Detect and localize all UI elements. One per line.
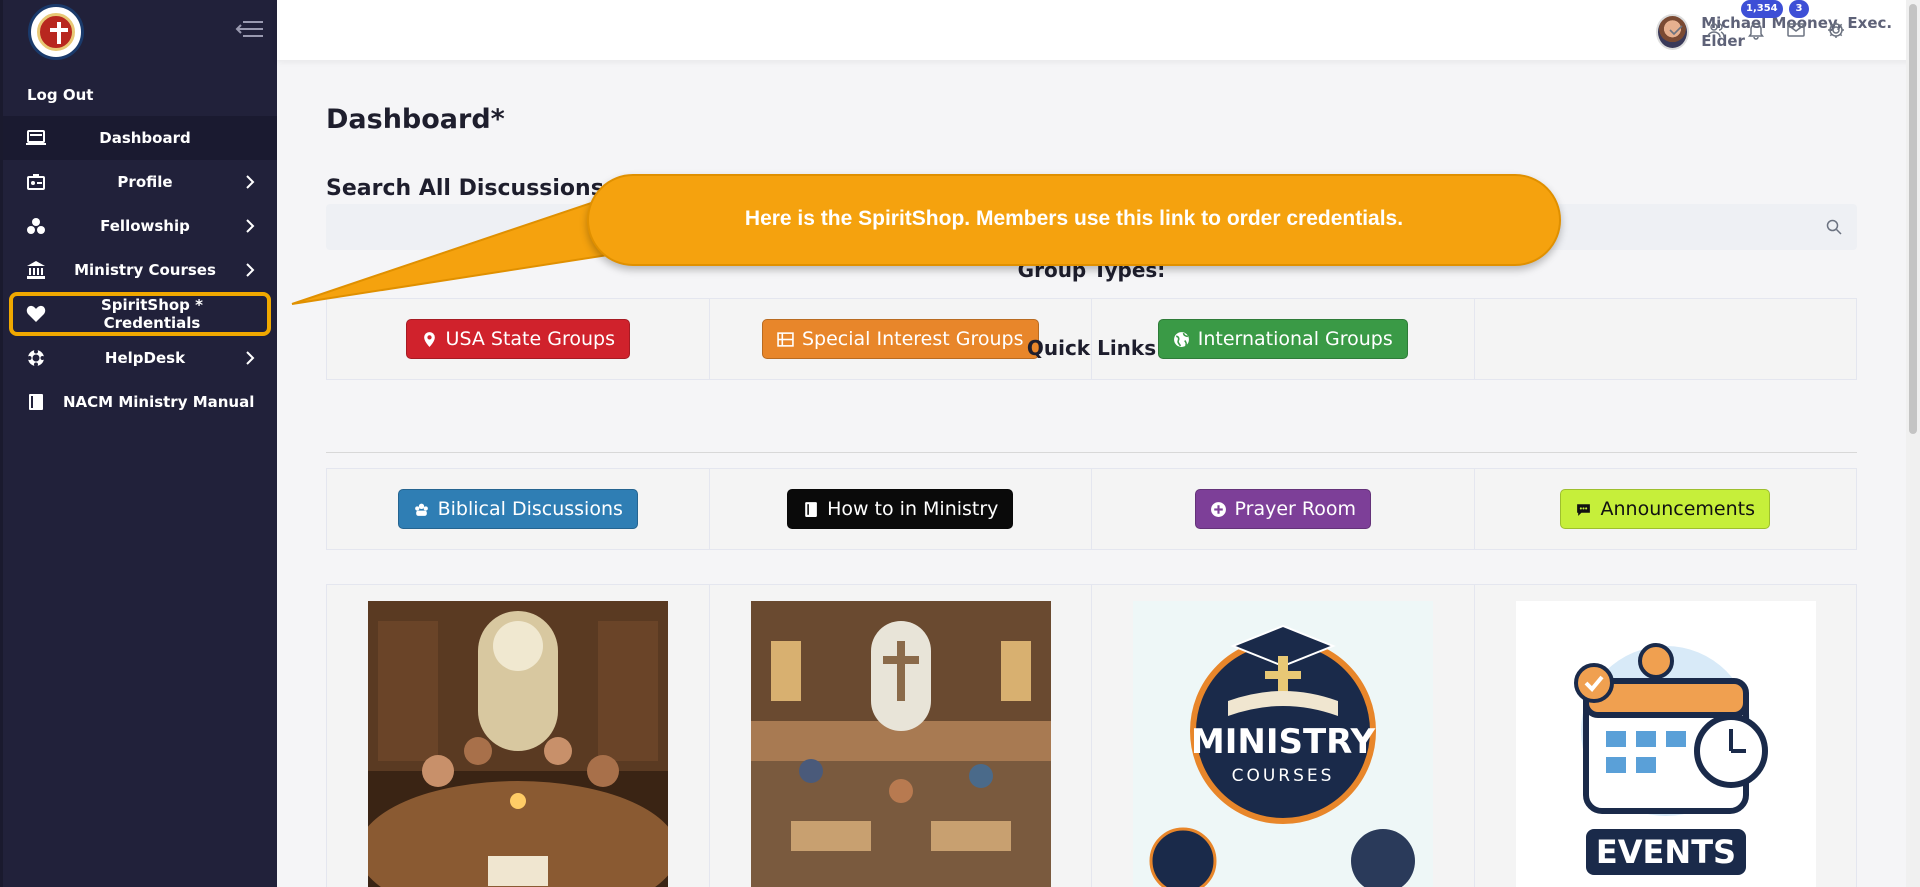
page-scrollbar[interactable] <box>1906 0 1920 887</box>
tile-cell: EVENTS <box>1475 585 1857 887</box>
sidebar-item-label: Ministry Courses <box>74 261 216 279</box>
button-label: Biblical Discussions <box>437 498 623 520</box>
scrollbar-thumb[interactable] <box>1909 4 1917 434</box>
sidebar-item-label: HelpDesk <box>104 349 186 367</box>
settings-gear-icon[interactable] <box>1826 20 1846 40</box>
book-icon <box>805 501 817 517</box>
id-card-icon <box>27 174 45 190</box>
quick-link-cell: How to in Ministry <box>710 469 1092 549</box>
biblical-discussions-button[interactable]: Biblical Discussions <box>397 489 638 529</box>
tile-cell <box>710 585 1092 887</box>
notifications-badge: 1,354 <box>1741 0 1783 18</box>
book-icon <box>29 394 43 410</box>
bible-study-illustration <box>368 601 668 887</box>
search-heading: Search All Discussions: <box>326 176 613 201</box>
user-name: Michael Mooney, Exec. Elder <box>1701 14 1893 50</box>
sidebar-item-label: NACM Ministry Manual <box>63 393 255 411</box>
sidebar-item-label: Dashboard <box>99 129 191 147</box>
chevron-right-icon <box>246 351 255 365</box>
organization-logo[interactable] <box>28 4 84 60</box>
sidebar-item-fellowship[interactable]: Fellowship <box>3 204 277 248</box>
logo-emblem <box>37 13 75 51</box>
sidebar-item-spiritshop-credentials[interactable]: SpiritShop * Credentials <box>9 292 271 336</box>
sidebar-item-profile[interactable]: Profile <box>3 160 277 204</box>
sidebar-nav: Dashboard Profile Fellowship Ministry Co… <box>3 116 277 424</box>
top-header: Michael Mooney, Exec. Elder 1,354 3 <box>277 0 1920 60</box>
section-divider <box>326 452 1857 453</box>
quick-link-cell: Announcements <box>1475 469 1857 549</box>
button-label: Announcements <box>1600 498 1755 520</box>
quick-links-row: Biblical Discussions How to in Ministry … <box>326 468 1857 550</box>
church-interior-illustration <box>750 601 1051 887</box>
institution-icon <box>27 261 45 279</box>
notifications-bell[interactable]: 1,354 <box>1741 0 1783 40</box>
how-to-in-ministry-button[interactable]: How to in Ministry <box>787 489 1014 529</box>
tile-cell <box>327 585 710 887</box>
bible-study-image[interactable] <box>368 601 668 887</box>
chevron-right-icon <box>246 219 255 233</box>
tutorial-callout: Here is the SpiritShop. Members use this… <box>587 174 1561 266</box>
ministry-courses-logo: MINISTRY COURSES <box>1133 601 1433 887</box>
heart-icon <box>26 305 46 322</box>
sidebar-item-helpdesk[interactable]: HelpDesk <box>3 336 277 380</box>
page-title: Dashboard* <box>326 104 505 135</box>
tile-subtitle: COURSES <box>1232 766 1335 786</box>
tile-cell: MINISTRY COURSES <box>1092 585 1475 887</box>
users-icon <box>27 218 45 234</box>
quick-link-cell: Biblical Discussions <box>327 469 710 549</box>
group-icon <box>414 503 428 516</box>
chevron-right-icon <box>246 175 255 189</box>
feature-tiles-row: MINISTRY COURSES EVENTS <box>326 584 1857 887</box>
tile-title: EVENTS <box>1595 833 1735 871</box>
quick-links-heading: Quick Links <box>1026 336 1157 360</box>
sidebar: Log Out Dashboard Profile Fellowship Min… <box>0 0 277 887</box>
sidebar-item-label: Profile <box>117 173 173 191</box>
bell-icon <box>1748 23 1764 40</box>
comment-icon <box>1577 503 1591 516</box>
sidebar-item-label: Fellowship <box>100 217 190 235</box>
sidebar-item-ministry-courses[interactable]: Ministry Courses <box>3 248 277 292</box>
events-illustration: EVENTS <box>1515 601 1816 887</box>
sidebar-item-label: SpiritShop * Credentials <box>101 296 203 332</box>
messages-badge: 3 <box>1789 0 1809 18</box>
button-label: How to in Ministry <box>827 498 999 520</box>
mail-icon <box>1787 23 1805 37</box>
callout-text: Here is the SpiritShop. Members use this… <box>744 207 1404 230</box>
collapse-menu-icon[interactable] <box>235 17 265 41</box>
logo-cross-vertical <box>57 22 61 44</box>
sidebar-item-dashboard[interactable]: Dashboard <box>3 116 277 160</box>
events-image[interactable]: EVENTS <box>1515 601 1816 887</box>
logo-cross-horizontal <box>50 28 68 32</box>
ministry-courses-image[interactable]: MINISTRY COURSES <box>1133 601 1433 887</box>
laptop-icon <box>26 130 46 145</box>
logout-link[interactable]: Log Out <box>27 86 93 104</box>
quick-link-cell: Prayer Room <box>1092 469 1475 549</box>
messages-button[interactable]: 3 <box>1786 0 1809 40</box>
announcements-button[interactable]: Announcements <box>1560 489 1770 529</box>
sidebar-item-ministry-manual[interactable]: NACM Ministry Manual <box>3 380 277 424</box>
search-icon[interactable] <box>1825 218 1843 236</box>
prayer-room-button[interactable]: Prayer Room <box>1194 489 1371 529</box>
check-icon[interactable] <box>1666 20 1686 40</box>
tile-title: MINISTRY <box>1191 722 1376 762</box>
plus-circle-icon <box>1210 501 1226 517</box>
button-label: Prayer Room <box>1234 498 1356 520</box>
church-interior-image[interactable] <box>750 601 1051 887</box>
users-icon[interactable] <box>1706 20 1726 40</box>
life-ring-icon <box>27 349 45 367</box>
sidebar-header <box>3 0 277 62</box>
chevron-right-icon <box>246 263 255 277</box>
